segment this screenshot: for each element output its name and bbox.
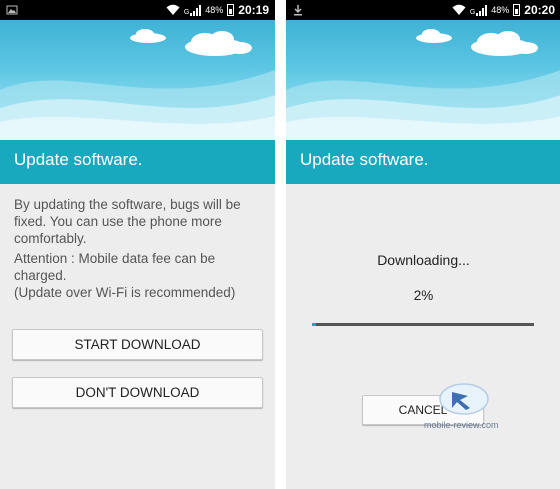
download-progress-fill	[312, 323, 317, 326]
download-progress-bar	[312, 323, 534, 326]
status-bar: G 48% 20:19	[0, 0, 275, 20]
phone-screen-right: G 48% 20:20 Update software. Downloading…	[286, 0, 560, 489]
phone-screen-left: G 48% 20:19 Update software. By updating…	[0, 0, 275, 489]
header-banner-image	[286, 20, 560, 140]
title-bar: Update software.	[286, 140, 560, 184]
clock: 20:20	[524, 3, 555, 17]
battery-icon	[227, 4, 235, 16]
download-status-text: Downloading...	[377, 252, 470, 268]
data-fee-warning: Attention : Mobile data fee can be charg…	[14, 251, 216, 283]
mobile-review-logo-icon	[439, 383, 489, 415]
start-download-button[interactable]: START DOWNLOAD	[12, 329, 263, 360]
battery-percent: 48%	[491, 5, 510, 15]
title-bar: Update software.	[0, 140, 275, 184]
page-title: Update software.	[14, 150, 143, 169]
clock: 20:19	[238, 3, 269, 17]
header-banner-image	[0, 20, 275, 140]
watermark-text: mobile-review.com	[424, 420, 499, 430]
status-bar: G 48% 20:20	[286, 0, 560, 20]
update-description: By updating the software, bugs will be f…	[14, 197, 241, 246]
gallery-notification-icon	[6, 4, 18, 16]
network-type-label: G	[469, 8, 476, 16]
battery-icon	[513, 4, 521, 16]
signal-icon: G	[469, 4, 488, 16]
dont-download-button[interactable]: DON'T DOWNLOAD	[12, 377, 263, 408]
wifi-icon	[166, 4, 180, 15]
signal-icon: G	[183, 4, 202, 16]
battery-percent: 48%	[205, 5, 224, 15]
watermark: mobile-review.com	[424, 382, 504, 432]
download-notification-icon	[292, 4, 304, 16]
wifi-recommendation: (Update over Wi-Fi is recommended)	[14, 285, 236, 300]
download-percent-text: 2%	[413, 288, 434, 303]
network-type-label: G	[183, 8, 190, 16]
page-title: Update software.	[300, 150, 429, 169]
wifi-icon	[452, 4, 466, 15]
